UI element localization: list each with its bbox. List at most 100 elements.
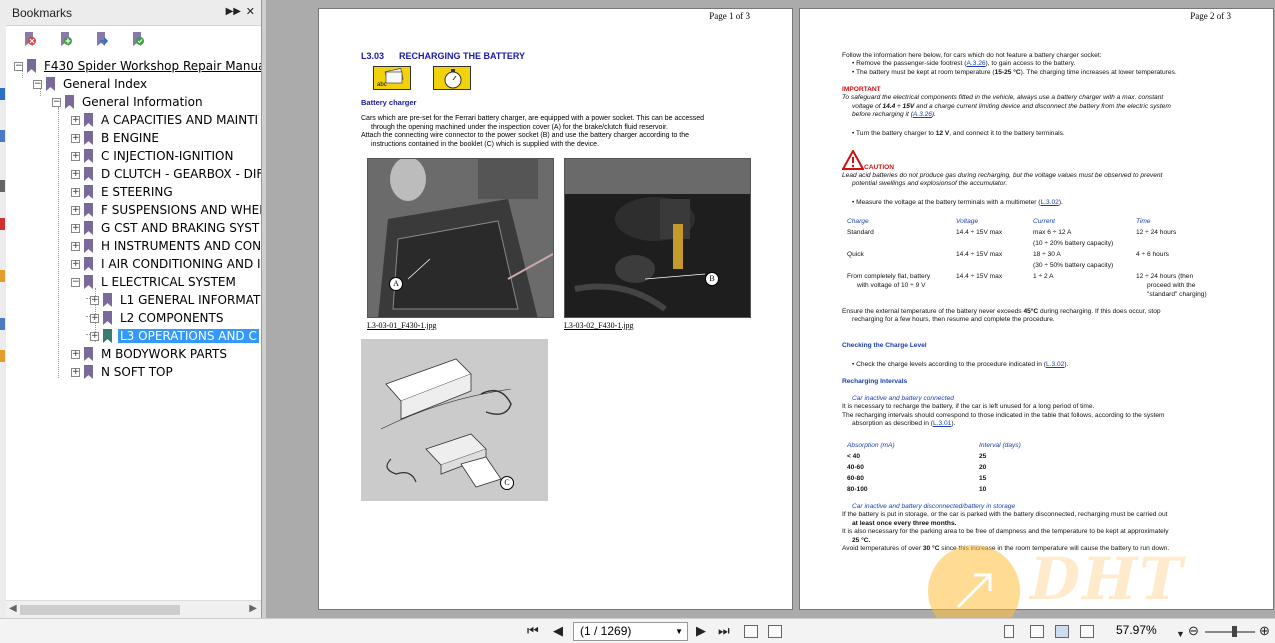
facing-view-icon[interactable] xyxy=(1055,625,1069,638)
expand-toggle-icon[interactable]: + xyxy=(71,367,80,377)
first-page-button[interactable]: ⏮ xyxy=(527,624,539,638)
bookmark-icon xyxy=(84,257,93,271)
chevron-down-icon[interactable]: ▼ xyxy=(675,623,683,640)
expand-toggle-icon[interactable]: + xyxy=(90,331,99,341)
previous-page-button[interactable]: ◀ xyxy=(553,624,563,638)
zoom-dropdown-icon[interactable]: ▼ xyxy=(1176,627,1185,641)
add-bookmark-icon[interactable] xyxy=(56,30,74,48)
scroll-thumb[interactable] xyxy=(20,605,180,615)
delete-bookmark-icon[interactable] xyxy=(20,30,38,48)
layers-tool-icon[interactable] xyxy=(0,350,5,362)
zoom-slider[interactable] xyxy=(1205,631,1255,633)
bookmark-icon xyxy=(84,203,93,217)
expand-toggle-icon[interactable]: + xyxy=(71,151,80,161)
table-header: Current xyxy=(1033,218,1055,225)
table-header: Time xyxy=(1136,218,1151,225)
tree-item-general-index[interactable]: − General Index xyxy=(33,75,149,93)
expand-toggle-icon[interactable]: + xyxy=(71,241,80,251)
tree-item-l2[interactable]: + L2 COMPONENTS xyxy=(90,309,225,327)
scroll-right-icon[interactable]: ▶ xyxy=(249,603,257,614)
tree-item-g[interactable]: + G CST AND BRAKING SYST xyxy=(71,219,261,237)
table-cell: with voltage of 10 ÷ 9 V xyxy=(857,282,926,289)
edit-tool-icon[interactable] xyxy=(0,130,5,142)
tree-item-m[interactable]: + M BODYWORK PARTS xyxy=(71,345,229,363)
tree-item-l3[interactable]: + L3 OPERATIONS AND C xyxy=(90,327,259,345)
collapse-toggle-icon[interactable]: − xyxy=(33,79,42,89)
expand-toggle-icon[interactable]: + xyxy=(71,187,80,197)
cross-reference-link[interactable]: L.3.02 xyxy=(1040,199,1058,206)
tree-item-general-information[interactable]: − General Information xyxy=(52,93,205,111)
expand-toggle-icon[interactable]: + xyxy=(90,313,99,323)
expand-toggle-icon[interactable]: + xyxy=(71,259,80,269)
tree-item-label: A CAPACITIES AND MAINTI xyxy=(101,113,259,127)
search-tool-icon[interactable] xyxy=(0,318,5,330)
next-page-button[interactable]: ▶ xyxy=(696,624,706,638)
page-number: Page 2 of 3 xyxy=(1190,11,1231,21)
collapse-toggle-icon[interactable]: − xyxy=(71,277,80,287)
horizontal-scrollbar[interactable]: ◀ ▶ xyxy=(6,600,261,618)
tree-item-f[interactable]: + F SUSPENSIONS AND WHEI xyxy=(71,201,261,219)
expand-toggle-icon[interactable]: + xyxy=(71,205,80,215)
collapse-panel-icon[interactable]: ▶▶ xyxy=(226,6,241,17)
attach-tool-icon[interactable] xyxy=(0,180,5,192)
cross-reference-link[interactable]: A.3.26 xyxy=(913,111,932,118)
cross-reference-link[interactable]: L.3.01 xyxy=(933,420,951,427)
page-indicator-text: (1 / 1269) xyxy=(580,624,632,638)
pages-tool-icon[interactable] xyxy=(0,88,5,100)
table-cell: 14.4 ÷ 15V max xyxy=(956,273,1003,280)
panel-splitter[interactable] xyxy=(262,0,266,618)
expand-toggle-icon[interactable]: + xyxy=(71,115,80,125)
tree-item-h[interactable]: + H INSTRUMENTS AND CON xyxy=(71,237,261,255)
tree-item-c[interactable]: + C INJECTION-IGNITION xyxy=(71,147,235,165)
collapse-toggle-icon[interactable]: − xyxy=(52,97,61,107)
tree-item-d[interactable]: + D CLUTCH - GEARBOX - DIF xyxy=(71,165,261,183)
table-cell: 25 xyxy=(979,453,987,460)
table-cell: 40-60 xyxy=(847,464,864,471)
icon-caption: abc xyxy=(377,82,387,88)
collapse-toggle-icon[interactable]: − xyxy=(14,61,23,71)
cross-reference-link[interactable]: L.3.02 xyxy=(1046,361,1064,368)
tree-item-n[interactable]: + N SOFT TOP xyxy=(71,363,175,381)
bookmarks-header: Bookmarks ▶▶ ✕ xyxy=(6,0,261,26)
zoom-in-icon[interactable]: ⊕ xyxy=(1259,624,1270,638)
absorption-table: Absorption (mA) Interval (days) < 40 25 … xyxy=(847,442,1067,497)
table-cell: 12 ÷ 24 hours (then xyxy=(1136,273,1194,280)
table-header: Interval (days) xyxy=(979,442,1021,449)
text-line: at least once every three months. xyxy=(852,519,957,527)
single-page-view-icon[interactable] xyxy=(1004,625,1014,638)
cross-reference-link[interactable]: A.3.26 xyxy=(966,60,985,67)
tree-item-a[interactable]: + A CAPACITIES AND MAINTI xyxy=(71,111,260,129)
bookmark-icon xyxy=(27,59,36,73)
text-line: The recharging intervals should correspo… xyxy=(842,411,1165,419)
tree-item-label: N SOFT TOP xyxy=(101,365,173,379)
rotate-icon[interactable] xyxy=(744,625,758,638)
tree-item-i[interactable]: + I AIR CONDITIONING AND I xyxy=(71,255,261,273)
lock-tool-icon[interactable] xyxy=(0,270,5,282)
zoom-slider-handle[interactable] xyxy=(1232,626,1237,637)
reflow-icon[interactable] xyxy=(768,625,782,638)
expand-toggle-icon[interactable]: + xyxy=(71,169,80,179)
table-cell: proceed with the xyxy=(1147,282,1196,289)
move-bookmark-icon[interactable] xyxy=(92,30,110,48)
expand-toggle-icon[interactable]: + xyxy=(71,223,80,233)
tree-item-l1[interactable]: + L1 GENERAL INFORMAT xyxy=(90,291,261,309)
page-number-input[interactable]: (1 / 1269) ▼ xyxy=(573,622,688,641)
tree-item-e[interactable]: + E STEERING xyxy=(71,183,175,201)
tree-item-label: C INJECTION-IGNITION xyxy=(101,149,234,163)
tree-item-b[interactable]: + B ENGINE xyxy=(71,129,161,147)
zoom-level[interactable]: 57.97% xyxy=(1116,623,1157,637)
zoom-out-icon[interactable]: ⊖ xyxy=(1188,624,1199,638)
stopwatch-icon xyxy=(433,66,471,90)
expand-toggle-icon[interactable]: + xyxy=(71,349,80,359)
cover-view-icon[interactable] xyxy=(1080,625,1094,638)
comment-tool-icon[interactable] xyxy=(0,218,5,230)
expand-toggle-icon[interactable]: + xyxy=(71,133,80,143)
scroll-left-icon[interactable]: ◀ xyxy=(9,603,17,614)
last-page-button[interactable]: ⏭ xyxy=(718,624,730,638)
tree-item-l[interactable]: − L ELECTRICAL SYSTEM xyxy=(71,273,238,291)
close-panel-icon[interactable]: ✕ xyxy=(246,5,255,18)
continuous-view-icon[interactable] xyxy=(1030,625,1044,638)
properties-bookmark-icon[interactable] xyxy=(128,30,146,48)
expand-toggle-icon[interactable]: + xyxy=(90,295,99,305)
tree-item-manual[interactable]: − F430 Spider Workshop Repair Manual xyxy=(14,57,261,75)
